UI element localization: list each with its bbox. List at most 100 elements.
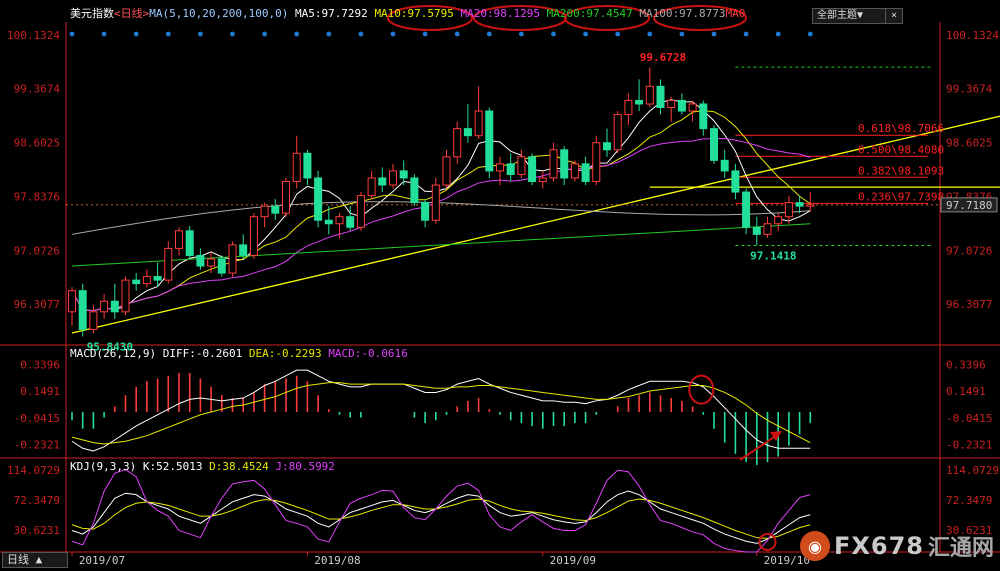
- ma20-line: [71, 137, 811, 312]
- kdj-title: KDJ(9,3,3): [70, 460, 137, 473]
- candle-body: [560, 149, 569, 179]
- signal-dot: [711, 31, 717, 37]
- macd-y-tick-right: -0.2321: [946, 438, 992, 451]
- y-tick-label-right: 99.3674: [946, 83, 993, 96]
- candle-body: [592, 142, 601, 182]
- watermark: ◉ FX678 汇通网: [799, 530, 994, 562]
- candle-body: [196, 254, 205, 267]
- candle-body: [635, 99, 644, 105]
- candle-body: [442, 156, 451, 186]
- candle-body: [613, 114, 622, 151]
- kdj-j-value: J:80.5992: [275, 460, 335, 473]
- signal-dot: [198, 31, 203, 37]
- signal-dot: [262, 31, 267, 37]
- candle-body: [421, 202, 430, 221]
- kdj-k-value: K:52.5013: [142, 460, 203, 473]
- close-icon[interactable]: ×: [885, 8, 903, 24]
- y-tick-label-right: 97.0726: [946, 244, 992, 257]
- candle-body: [164, 247, 173, 281]
- candle-body: [153, 276, 162, 281]
- period-tab-daily[interactable]: 日线 ▲: [2, 552, 68, 568]
- y-tick-label-left: 100.1324: [7, 29, 60, 42]
- ma5-value: MA5:97.7292: [294, 7, 368, 20]
- candle-body: [795, 202, 804, 207]
- signal-dot: [486, 31, 492, 37]
- candle-body: [207, 258, 216, 267]
- candle-body: [485, 110, 494, 172]
- signal-dot: [519, 31, 524, 37]
- candle-body: [624, 99, 633, 116]
- x-tick-label: 2019/08: [314, 554, 360, 567]
- candle-body: [731, 170, 740, 193]
- candle-body: [688, 103, 697, 112]
- ma10-line: [71, 110, 811, 312]
- candle-body: [367, 177, 376, 197]
- candle-body: [121, 279, 130, 313]
- kdj-y-tick-left: 114.0729: [7, 464, 60, 477]
- candle-body: [271, 205, 280, 214]
- candle-body: [528, 156, 537, 182]
- fx678-logo-icon: ◉: [799, 531, 830, 561]
- macd-y-tick-left: 0.1491: [20, 385, 60, 398]
- macd-diff-line: [71, 369, 811, 452]
- candle-body: [410, 177, 419, 204]
- signal-dot: [390, 31, 396, 37]
- kdj-d-line: [71, 498, 811, 539]
- kdj-k-line: [71, 490, 811, 544]
- signal-dot: [615, 31, 621, 37]
- signal-dot: [743, 31, 749, 37]
- period-label[interactable]: <日线>: [114, 7, 149, 20]
- candle-body: [517, 156, 526, 175]
- candle-body: [699, 103, 708, 130]
- candle-body: [356, 195, 365, 228]
- candle-body: [538, 177, 547, 182]
- ma10-value: MA10:97.5795: [374, 7, 454, 20]
- candle-body: [303, 152, 312, 179]
- macd-value: MACD:-0.0616: [328, 347, 408, 360]
- y-tick-label-left: 96.3077: [14, 298, 60, 311]
- candle-body: [453, 128, 462, 158]
- kdj-cross-ellipse: [758, 532, 777, 551]
- signal-dot: [101, 31, 107, 37]
- signal-dot: [583, 31, 588, 37]
- main-header: 美元指数<日线>MA(5,10,20,200,100,0) MA5:97.729…: [70, 5, 745, 21]
- watermark-cn-text: 汇通网: [927, 536, 994, 561]
- y-tick-label-right: 98.6025: [946, 137, 992, 150]
- signal-dot: [230, 31, 235, 37]
- macd-y-tick-right: -0.0415: [946, 412, 992, 425]
- signal-dot: [358, 31, 364, 37]
- candle-body: [742, 191, 751, 228]
- macd-dea-line: [71, 382, 811, 445]
- y-tick-label-left: 99.3674: [14, 83, 61, 96]
- candle-body: [603, 142, 611, 151]
- fib-label: 0.500\98.4080: [858, 143, 944, 156]
- theme-select-button[interactable]: 全部主题▼: [812, 8, 888, 24]
- signal-dot: [326, 31, 332, 37]
- kdj-y-tick-right: 114.0729: [946, 464, 999, 477]
- candle-body: [399, 170, 408, 179]
- candle-body: [667, 99, 676, 108]
- candle-body: [677, 99, 686, 112]
- high-label: 99.6728: [640, 51, 686, 64]
- y-tick-label-right: 96.3077: [946, 298, 992, 311]
- macd-y-tick-right: 0.1491: [946, 385, 986, 398]
- y-tick-label-left: 97.8376: [14, 190, 60, 203]
- signal-dot: [133, 31, 139, 37]
- macd-y-tick-left: -0.0415: [14, 412, 60, 425]
- candle-body: [581, 163, 590, 182]
- y-tick-label-right: 100.1324: [946, 29, 999, 42]
- candle-body: [806, 204, 815, 207]
- x-tick-label: 2019/07: [79, 554, 125, 567]
- candle-body: [175, 230, 183, 249]
- candle-body: [324, 219, 333, 225]
- candle-body: [549, 149, 558, 179]
- macd-dea-value: DEA:-0.2293: [248, 347, 322, 360]
- kdj-y-tick-left: 72.3479: [14, 494, 60, 507]
- macd-diff-value: DIFF:-0.2601: [162, 347, 243, 360]
- last-price-label: 97.7180: [946, 199, 992, 212]
- kdj-header: KDJ(9,3,3) K:52.5013 D:38.4524 J:80.5992: [70, 460, 335, 473]
- candle-body: [431, 184, 440, 221]
- macd-header: MACD(26,12,9) DIFF:-0.2601 DEA:-0.2293 M…: [70, 347, 408, 360]
- kdj-d-value: D:38.4524: [209, 460, 269, 473]
- signal-dot: [679, 31, 685, 37]
